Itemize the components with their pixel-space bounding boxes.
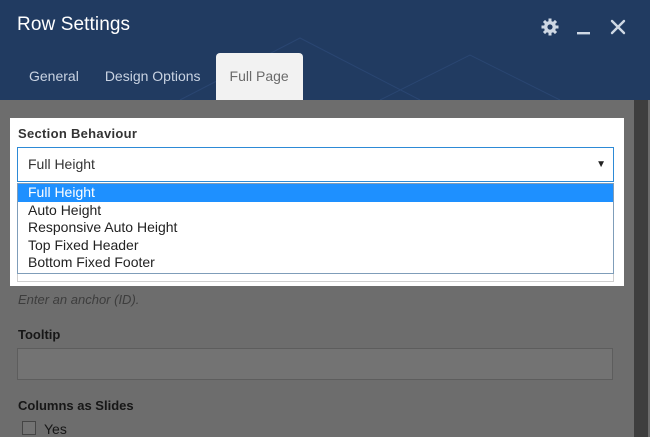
gear-icon[interactable] bbox=[540, 17, 560, 37]
header-controls bbox=[540, 17, 628, 37]
section-behaviour-select[interactable]: Full Height ▼ bbox=[17, 147, 614, 182]
option-bottom-fixed-footer[interactable]: Bottom Fixed Footer bbox=[18, 254, 613, 272]
option-full-height[interactable]: Full Height bbox=[18, 184, 613, 202]
option-responsive-auto-height[interactable]: Responsive Auto Height bbox=[18, 219, 613, 237]
option-auto-height[interactable]: Auto Height bbox=[18, 202, 613, 220]
columns-as-slides-checkbox[interactable] bbox=[22, 421, 36, 435]
tab-full-page[interactable]: Full Page bbox=[215, 53, 303, 100]
dropdown-arrow-icon: ▼ bbox=[596, 159, 606, 170]
minimize-icon[interactable] bbox=[574, 17, 594, 37]
tab-design-options[interactable]: Design Options bbox=[92, 53, 214, 100]
anchor-hint: Enter an anchor (ID). bbox=[18, 292, 140, 307]
section-behaviour-options: Full Height Auto Height Responsive Auto … bbox=[17, 183, 614, 274]
window-title: Row Settings bbox=[17, 14, 131, 35]
close-icon[interactable] bbox=[608, 17, 628, 37]
tooltip-input[interactable] bbox=[17, 348, 613, 380]
modal-header: Row Settings General Design Options Full… bbox=[0, 0, 650, 100]
scrollbar-track[interactable] bbox=[634, 100, 648, 437]
tab-bar: General Design Options Full Page bbox=[16, 53, 303, 100]
section-behaviour-label: Section Behaviour bbox=[18, 126, 138, 141]
option-top-fixed-header[interactable]: Top Fixed Header bbox=[18, 237, 613, 255]
tab-general[interactable]: General bbox=[16, 53, 92, 100]
section-behaviour-selected-value: Full Height bbox=[28, 156, 95, 172]
tooltip-label: Tooltip bbox=[18, 327, 61, 342]
columns-as-slides-label: Columns as Slides bbox=[18, 398, 134, 413]
columns-as-slides-option-label: Yes bbox=[44, 421, 67, 437]
